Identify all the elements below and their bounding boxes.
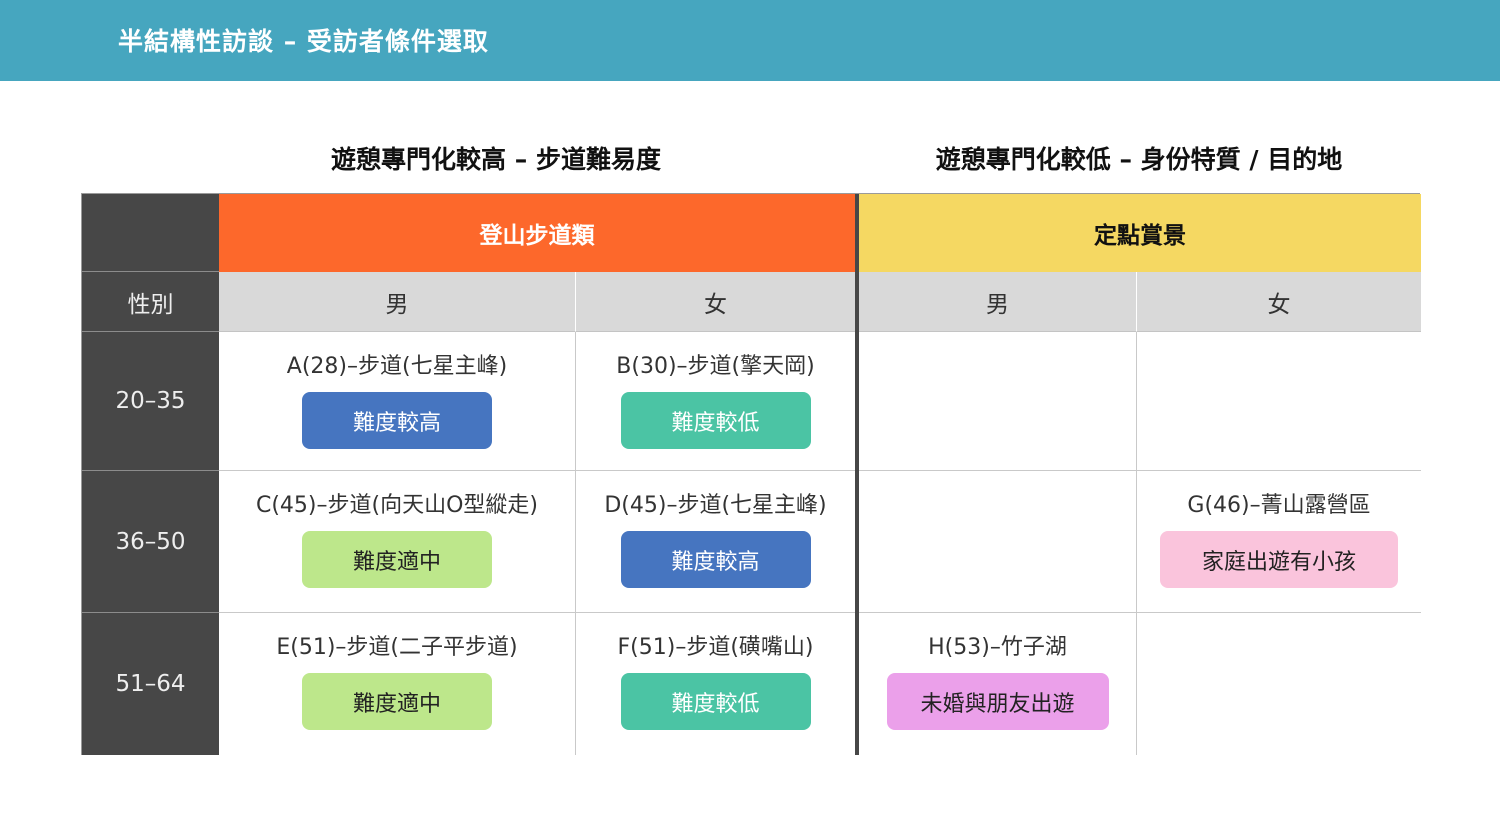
difficulty-tag-high: 難度較高 [302, 392, 492, 449]
gender-row-label: 性別 [82, 272, 219, 332]
gender-header-female-scenic: 女 [1137, 272, 1421, 332]
respondent-cell-g: G(46)–菁山露營區 家庭出遊有小孩 [1137, 471, 1421, 613]
difficulty-tag-high: 難度較高 [620, 531, 811, 588]
respondent-b-label: B(30)–步道(擎天岡) [616, 354, 815, 379]
corner-cell [82, 194, 219, 272]
page-title: 半結構性訪談 – 受訪者條件選取 [118, 27, 489, 56]
empty-cell [859, 332, 1137, 471]
gender-header-female-hiking: 女 [576, 272, 855, 332]
respondent-cell-h: H(53)–竹子湖 未婚與朋友出遊 [859, 613, 1137, 755]
section-heading-low-specialization: 遊憩專門化較低 – 身份特質 / 目的地 [935, 145, 1343, 174]
difficulty-tag-low: 難度較低 [620, 673, 811, 730]
respondent-cell-a: A(28)–步道(七星主峰) 難度較高 [219, 332, 576, 471]
respondent-cell-b: B(30)–步道(擎天岡) 難度較低 [576, 332, 855, 471]
respondent-cell-e: E(51)–步道(二子平步道) 難度適中 [219, 613, 576, 755]
difficulty-tag-medium: 難度適中 [302, 531, 492, 588]
age-group-51-64: 51–64 [82, 613, 219, 755]
respondent-d-label: D(45)–步道(七星主峰) [604, 493, 827, 518]
header-bar: 半結構性訪談 – 受訪者條件選取 [0, 0, 1500, 81]
gender-header-male-scenic: 男 [859, 272, 1137, 332]
difficulty-tag-low: 難度較低 [620, 392, 811, 449]
category-hiking-trails: 登山步道類 [219, 194, 855, 272]
gender-header-male-hiking: 男 [219, 272, 576, 332]
age-group-36-50: 36–50 [82, 471, 219, 613]
respondent-a-label: A(28)–步道(七星主峰) [286, 354, 508, 379]
empty-cell [859, 471, 1137, 613]
age-group-20-35: 20–35 [82, 332, 219, 471]
respondent-c-label: C(45)–步道(向天山O型縱走) [255, 493, 538, 518]
category-scenic-spots: 定點賞景 [859, 194, 1421, 272]
respondent-selection-table: 登山步道類 定點賞景 性別 男 女 男 女 20–35 A(28)–步道(七星主… [81, 193, 1421, 755]
respondent-cell-c: C(45)–步道(向天山O型縱走) 難度適中 [219, 471, 576, 613]
respondent-h-label: H(53)–竹子湖 [928, 635, 1067, 660]
respondent-cell-d: D(45)–步道(七星主峰) 難度較高 [576, 471, 855, 613]
difficulty-tag-medium: 難度適中 [302, 673, 492, 730]
respondent-f-label: F(51)–步道(磺嘴山) [617, 635, 814, 660]
trait-tag-family-with-kids: 家庭出遊有小孩 [1160, 531, 1398, 588]
empty-cell [1137, 332, 1421, 471]
trait-tag-single-with-friends: 未婚與朋友出遊 [886, 673, 1109, 730]
respondent-e-label: E(51)–步道(二子平步道) [276, 635, 518, 660]
respondent-g-label: G(46)–菁山露營區 [1187, 493, 1371, 518]
section-heading-high-specialization: 遊憩專門化較高 – 步道難易度 [331, 145, 661, 174]
empty-cell [1137, 613, 1421, 755]
respondent-cell-f: F(51)–步道(磺嘴山) 難度較低 [576, 613, 855, 755]
